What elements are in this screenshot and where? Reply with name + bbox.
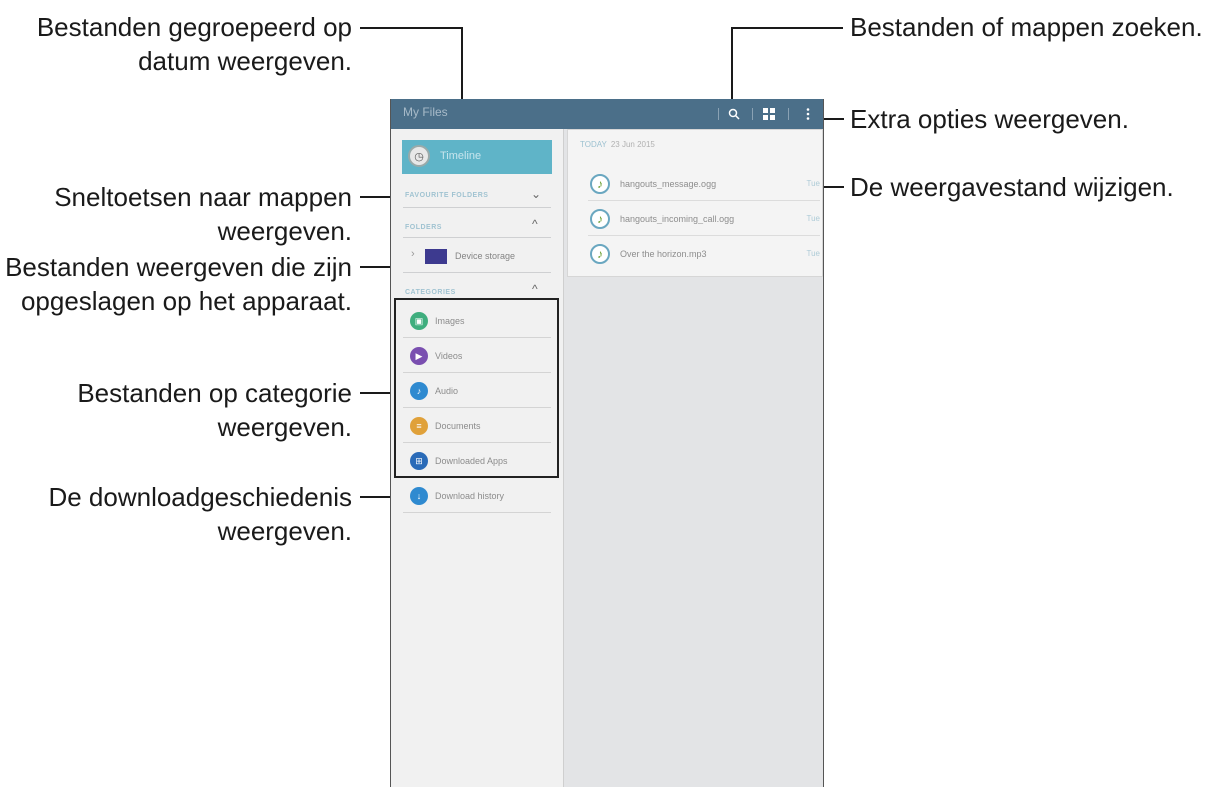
leader-line: [360, 392, 394, 394]
date-header: TODAY 23 Jun 2015: [580, 140, 655, 149]
categories-header[interactable]: CATEGORIES: [405, 289, 456, 296]
file-day: Tue: [806, 249, 821, 258]
divider: [403, 207, 551, 208]
download-icon: ↓: [410, 487, 428, 505]
timeline-label: Timeline: [440, 150, 482, 162]
leader-line: [360, 27, 463, 29]
download-history-label: Download history: [435, 491, 505, 501]
divider: [403, 512, 551, 513]
callout-categories: Bestanden op categorie weergeven.: [77, 378, 352, 442]
file-row[interactable]: ♪ hangouts_message.ogg Tue: [568, 166, 820, 201]
callout-timeline: Bestanden gegroepeerd op datum weergeven…: [36, 12, 352, 76]
file-name: hangouts_incoming_call.ogg: [620, 214, 735, 224]
callout-download-history: De downloadgeschiedenis weergeven.: [48, 482, 352, 546]
chevron-up-icon[interactable]: ^: [532, 282, 538, 296]
chevron-up-icon[interactable]: ^: [532, 217, 538, 231]
folder-icon: [425, 249, 447, 264]
chevron-right-icon: ›: [411, 248, 415, 260]
favourite-folders-header[interactable]: FAVOURITE FOLDERS: [405, 192, 488, 199]
callout-more: Extra opties weergeven.: [850, 104, 1129, 134]
device-storage-item[interactable]: › Device storage: [411, 248, 531, 264]
clock-icon: ◷: [408, 145, 430, 167]
divider: [403, 237, 551, 238]
file-row[interactable]: ♪ hangouts_incoming_call.ogg Tue: [568, 201, 820, 236]
download-history-item[interactable]: ↓ Download history: [403, 479, 551, 513]
divider: [752, 108, 753, 120]
callout-favourites: Sneltoetsen naar mappen weergeven.: [54, 182, 352, 246]
chevron-down-icon[interactable]: ⌄: [531, 187, 541, 201]
more-options-icon[interactable]: [796, 99, 820, 129]
today-label: TODAY: [580, 140, 607, 149]
divider: [718, 108, 719, 120]
grid-icon[interactable]: [757, 99, 781, 129]
search-icon[interactable]: [722, 99, 746, 129]
app-bar: My Files: [391, 99, 823, 129]
callout-view-mode: De weergavestand wijzigen.: [850, 172, 1174, 202]
file-day: Tue: [806, 179, 821, 188]
music-note-icon: ♪: [590, 174, 610, 194]
timeline-file-list: TODAY 23 Jun 2015 ♪ hangouts_message.ogg …: [567, 129, 823, 277]
device-storage-label: Device storage: [455, 251, 516, 261]
categories-highlight-box: [394, 298, 559, 478]
callout-storage: Bestanden weergeven die zijn opgeslagen …: [5, 252, 352, 316]
file-day: Tue: [806, 214, 821, 223]
date-label: 23 Jun 2015: [610, 140, 655, 149]
folders-header[interactable]: FOLDERS: [405, 224, 442, 231]
file-row[interactable]: ♪ Over the horizon.mp3 Tue: [568, 236, 820, 271]
music-note-icon: ♪: [590, 209, 610, 229]
music-note-icon: ♪: [590, 244, 610, 264]
timeline-item[interactable]: ◷ Timeline: [402, 140, 552, 174]
leader-line: [731, 27, 733, 109]
file-name: hangouts_message.ogg: [620, 179, 717, 189]
leader-line: [731, 27, 843, 29]
app-title: My Files: [403, 105, 448, 119]
divider: [403, 272, 551, 273]
divider: [788, 108, 789, 120]
file-name: Over the horizon.mp3: [620, 249, 707, 259]
callout-search: Bestanden of mappen zoeken.: [850, 12, 1203, 42]
